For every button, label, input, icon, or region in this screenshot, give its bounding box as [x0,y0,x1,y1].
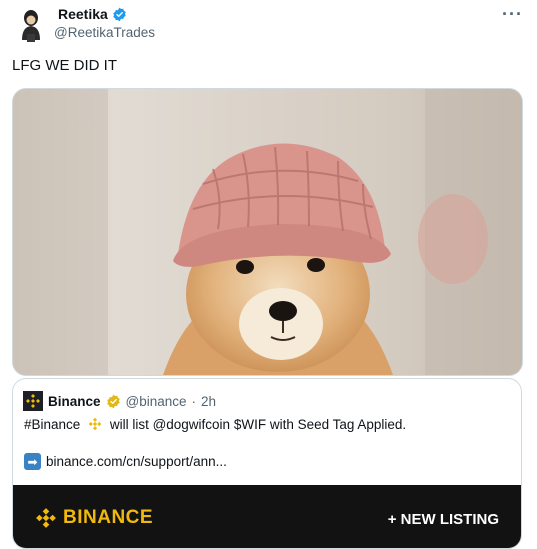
gold-verified-badge-icon [106,394,120,408]
quoted-tweet[interactable]: Binance @binance · 2h #Binance will list… [12,378,522,549]
hashtag-binance[interactable]: #Binance [24,417,80,432]
tweet-media-image[interactable] [12,88,523,376]
quoted-author-handle[interactable]: @binance [126,394,187,409]
more-options-icon[interactable]: ··· [502,4,523,25]
quoted-tweet-link[interactable]: binance.com/cn/support/ann... [46,454,227,469]
author-avatar[interactable] [12,6,50,44]
quoted-time[interactable]: 2h [201,394,216,409]
quoted-tweet-body: will list @dogwifcoin $WIF with Seed Tag… [109,417,407,432]
banner-new-listing: + NEW LISTING [387,511,499,528]
dog-photo-icon [13,89,522,375]
quoted-tweet-header: Binance @binance · 2h [23,391,216,411]
author-handle[interactable]: @ReetikaTrades [54,25,155,40]
quoted-tweet-link-row: ➡ binance.com/cn/support/ann... [24,453,227,470]
verified-badge-icon [113,7,126,21]
avatar-icon [12,6,50,44]
quoted-author-name[interactable]: Binance [48,394,101,409]
binance-emoji-icon [88,417,102,431]
author-name-row: Reetika [58,6,127,22]
binance-banner-logo-icon [36,508,56,528]
tweet-text: LFG WE DID IT [12,57,117,74]
quoted-tweet-text: #Binance will list @dogwifcoin $WIF with… [24,417,406,432]
right-arrow-icon: ➡ [24,453,41,470]
banner-brand-text: BINANCE [63,507,154,528]
separator-dot: · [191,393,197,409]
author-name[interactable]: Reetika [58,6,108,22]
banner-brand: BINANCE [35,507,153,529]
binance-listing-banner[interactable]: BINANCE + NEW LISTING [13,485,521,548]
binance-logo-icon [23,391,43,411]
